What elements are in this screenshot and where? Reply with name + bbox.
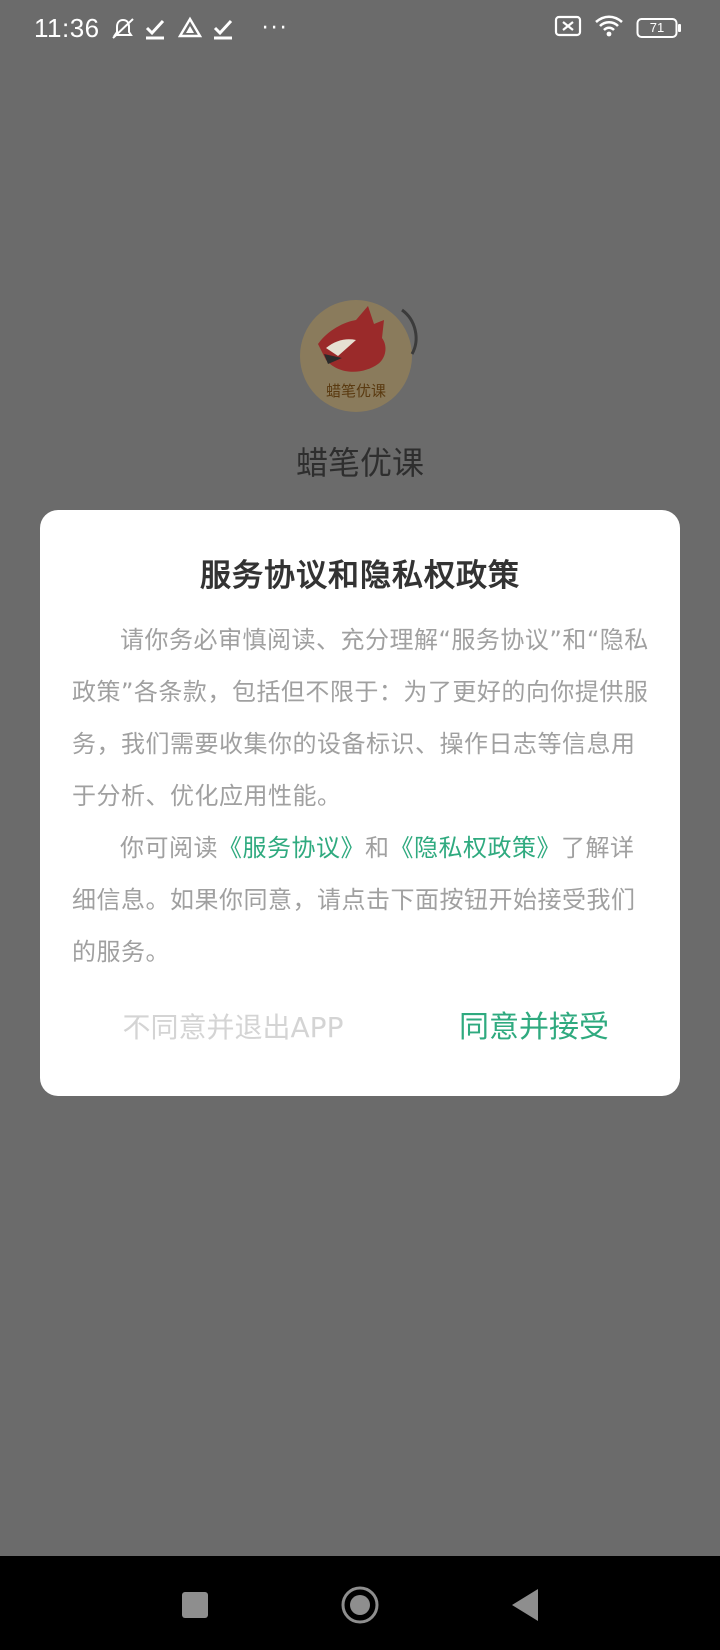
recents-square-icon[interactable]	[170, 1580, 220, 1630]
dialog-paragraph-1: 请你务必审慎阅读、充分理解“服务协议”和“隐私政策”各条款，包括但不限于：为了更…	[72, 626, 649, 810]
status-bar: 11:36 ··· 71	[0, 0, 720, 56]
agree-accept-button[interactable]: 同意并接受	[454, 998, 614, 1058]
status-left: 11:36 ···	[34, 10, 289, 46]
dialog-title: 服务协议和隐私权政策	[200, 558, 520, 594]
navigation-bar	[0, 1556, 720, 1650]
logo-text: 蜡笔优课	[326, 382, 386, 400]
dialog-body: 请你务必审慎阅读、充分理解“服务协议”和“隐私政策”各条款，包括但不限于：为了更…	[72, 614, 654, 978]
mute-icon	[110, 16, 134, 40]
status-right: 71	[554, 12, 682, 44]
battery-level: 71	[649, 20, 665, 35]
p2-and: 和	[365, 834, 390, 862]
check-icon	[212, 16, 236, 40]
wifi-icon	[594, 14, 624, 42]
home-circle-icon[interactable]	[335, 1580, 385, 1630]
dialog-actions: 不同意并退出APP 同意并接受	[40, 998, 680, 1058]
battery-icon: 71	[636, 17, 682, 39]
privacy-policy-link[interactable]: 《隐私权政策》	[390, 834, 562, 862]
privacy-dialog: 服务协议和隐私权政策 请你务必审慎阅读、充分理解“服务协议”和“隐私政策”各条款…	[40, 510, 680, 1096]
check-icon	[144, 16, 168, 40]
app-name: 蜡笔优课	[295, 444, 424, 482]
app-logo: 蜡笔优课	[298, 296, 428, 416]
status-time: 11:36	[34, 12, 100, 43]
service-agreement-link[interactable]: 《服务协议》	[218, 834, 365, 862]
sim-x-icon	[554, 15, 582, 41]
more-dots-icon: ···	[261, 15, 289, 41]
back-triangle-icon[interactable]	[500, 1580, 550, 1630]
drive-icon	[177, 16, 202, 40]
dialog-paragraph-2: 你可阅读《服务协议》和《隐私权政策》了解详细信息。如果你同意，请点击下面按钮开始…	[72, 822, 654, 978]
decline-exit-button[interactable]: 不同意并退出APP	[114, 998, 352, 1058]
p2-prefix: 你可阅读	[120, 834, 218, 862]
